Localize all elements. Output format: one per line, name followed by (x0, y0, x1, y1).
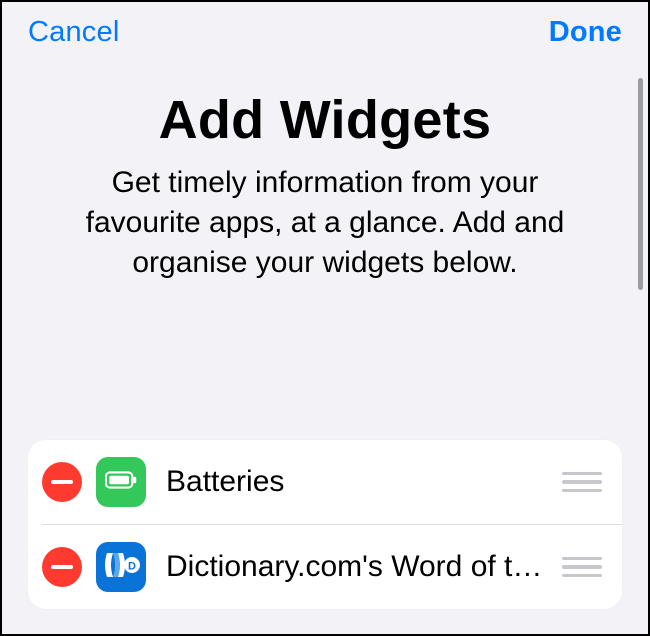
battery-icon (105, 471, 137, 494)
widget-label: Batteries (166, 465, 562, 499)
widget-label: Dictionary.com's Word of the Day (166, 550, 562, 584)
cancel-button[interactable]: Cancel (28, 16, 119, 49)
add-widgets-sheet: Cancel Done Add Widgets Get timely infor… (0, 0, 650, 636)
widget-row: D Dictionary.com's Word of the Day (28, 525, 622, 609)
header: Add Widgets Get timely information from … (2, 89, 648, 283)
page-title: Add Widgets (42, 89, 608, 151)
app-icon: D (96, 542, 146, 592)
svg-text:D: D (128, 560, 136, 572)
widgets-list: Batteries D (28, 440, 622, 609)
dictionary-icon: D (99, 543, 143, 592)
page-subtitle: Get timely information from your favouri… (42, 163, 608, 283)
app-icon (96, 457, 146, 507)
done-button[interactable]: Done (549, 16, 622, 49)
remove-button[interactable] (42, 547, 82, 587)
drag-handle[interactable] (562, 552, 602, 583)
nav-bar: Cancel Done (2, 2, 648, 55)
reorder-icon (562, 472, 602, 493)
remove-button[interactable] (42, 462, 82, 502)
widget-row: Batteries (28, 440, 622, 524)
drag-handle[interactable] (562, 467, 602, 498)
scroll-indicator[interactable] (638, 78, 643, 290)
reorder-icon (562, 557, 602, 578)
